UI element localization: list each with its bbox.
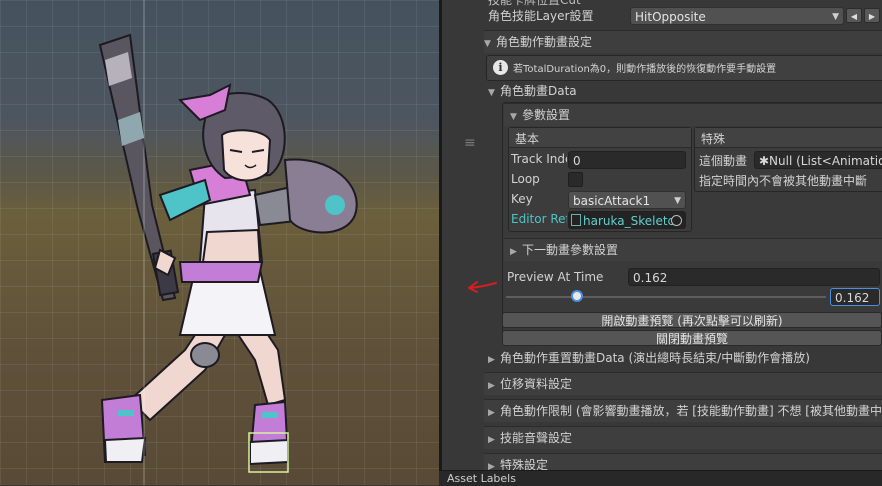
red-arrow-annotation	[468, 281, 497, 293]
key-dropdown[interactable]: basicAttack1 ▼	[568, 191, 686, 209]
layer-dropdown[interactable]: HitOpposite ▼	[630, 7, 844, 25]
open-preview-button[interactable]: 開啟動畫預覽 (再次點擊可以刷新)	[502, 312, 882, 328]
reset-anim-foldout[interactable]: ▶ 角色動作重置動畫Data (演出總時長結束/中斷動作會播放)	[488, 348, 882, 368]
skeleton-asset-icon	[571, 214, 581, 226]
triangle-right-icon: ▶	[510, 247, 517, 257]
info-icon: i	[493, 60, 508, 75]
special-header: 特殊	[701, 132, 726, 146]
layer-dropdown-value: HitOpposite	[635, 10, 706, 24]
editor-ref-label: Editor Ref	[511, 212, 567, 226]
triangle-right-icon: ▶	[488, 355, 495, 365]
triangle-down-icon: ▼	[484, 39, 491, 49]
displacement-foldout[interactable]: ▶ 位移資料設定	[484, 372, 882, 395]
triangle-down-icon: ▼	[488, 88, 495, 98]
anim-data-label: 角色動畫Data	[500, 84, 577, 98]
next-anim-label: 下一動畫參數設置	[522, 243, 619, 257]
arrow-right-icon[interactable]: ▶	[864, 8, 880, 23]
displacement-label: 位移資料設定	[500, 377, 573, 391]
param-label: 參數設置	[522, 108, 571, 122]
character-body	[153, 158, 358, 336]
special-field-label: 這個動畫	[699, 154, 748, 168]
triangle-right-icon: ▶	[488, 408, 495, 418]
loop-checkbox[interactable]	[568, 172, 583, 187]
preview-field[interactable]: 0.162	[628, 268, 880, 286]
special-setting-label: 特殊設定	[500, 458, 549, 470]
loop-label: Loop	[511, 172, 540, 186]
info-box: i 若TotalDuration為0，則動作播放後的恢復動作要手動設置	[486, 55, 882, 81]
editor-ref-value: haruka_Skeletc	[583, 214, 675, 228]
basic-header: 基本	[515, 132, 540, 146]
restriction-foldout[interactable]: ▶ 角色動作限制 (會影響動畫播放，若 [技能動作動畫] 不想 [被其他動畫中	[484, 399, 882, 422]
anim-setting-foldout[interactable]: ▼ 角色動作動畫設定	[484, 30, 882, 53]
scene-view[interactable]	[0, 0, 439, 485]
special-note: 指定時間內不會被其他動畫中斷	[699, 174, 868, 188]
sound-label: 技能音聲設定	[500, 431, 573, 445]
anim-setting-label: 角色動作動畫設定	[496, 35, 593, 49]
slider-thumb[interactable]	[571, 290, 583, 302]
triangle-right-icon: ▶	[488, 435, 495, 445]
target-icon[interactable]	[671, 215, 682, 226]
info-text: 若TotalDuration為0，則動作播放後的恢復動作要手動設置	[513, 64, 777, 75]
editor-ref-field[interactable]: haruka_Skeletc	[568, 211, 686, 229]
key-dropdown-value: basicAttack1	[573, 194, 651, 208]
key-label: Key	[511, 192, 533, 206]
track-index-field[interactable]: 0	[568, 151, 686, 169]
close-preview-button[interactable]: 關閉動畫預覽	[502, 330, 882, 346]
slider-track	[506, 296, 826, 298]
chevron-down-icon: ▼	[674, 196, 681, 206]
preview-slider[interactable]	[506, 289, 826, 305]
drag-handle-icon[interactable]: ≡	[464, 136, 476, 150]
triangle-right-icon: ▶	[488, 462, 495, 470]
preview-label: Preview At Time	[507, 270, 604, 284]
anim-data-foldout[interactable]: ▼ 角色動畫Data	[488, 81, 688, 101]
special-field[interactable]: ✱Null (List<Animation	[754, 151, 882, 169]
layer-label: 角色技能Layer設置	[488, 9, 594, 23]
handle-column	[442, 0, 482, 470]
sound-foldout[interactable]: ▶ 技能音聲設定	[484, 426, 882, 449]
triangle-right-icon: ▶	[488, 381, 495, 391]
track-index-label: Track Inde	[511, 152, 567, 166]
special-setting-foldout[interactable]: ▶ 特殊設定	[484, 453, 882, 470]
inspector-panel: 技能卡牌位置Cut 角色技能Layer設置 HitOpposite ▼ ◀ ▶ …	[482, 0, 882, 470]
param-foldout[interactable]: ▼ 參數設置	[504, 103, 882, 126]
reset-anim-label: 角色動作重置動畫Data (演出總時長結束/中斷動作會播放)	[500, 351, 810, 365]
character-head	[177, 83, 286, 182]
arrow-left-icon[interactable]: ◀	[846, 8, 862, 23]
slider-value-field[interactable]: 0.162	[830, 288, 880, 306]
asset-labels-bar[interactable]: Asset Labels	[439, 470, 882, 486]
character-legs	[100, 318, 290, 466]
triangle-down-icon: ▼	[510, 112, 517, 122]
chevron-down-icon: ▼	[832, 12, 839, 22]
character-sprite	[98, 0, 358, 485]
next-anim-foldout[interactable]: ▶ 下一動畫參數設置	[504, 238, 882, 261]
restriction-label: 角色動作限制 (會影響動畫播放，若 [技能動作動畫] 不想 [被其他動畫中	[500, 404, 882, 418]
asset-labels-label: Asset Labels	[447, 472, 516, 485]
